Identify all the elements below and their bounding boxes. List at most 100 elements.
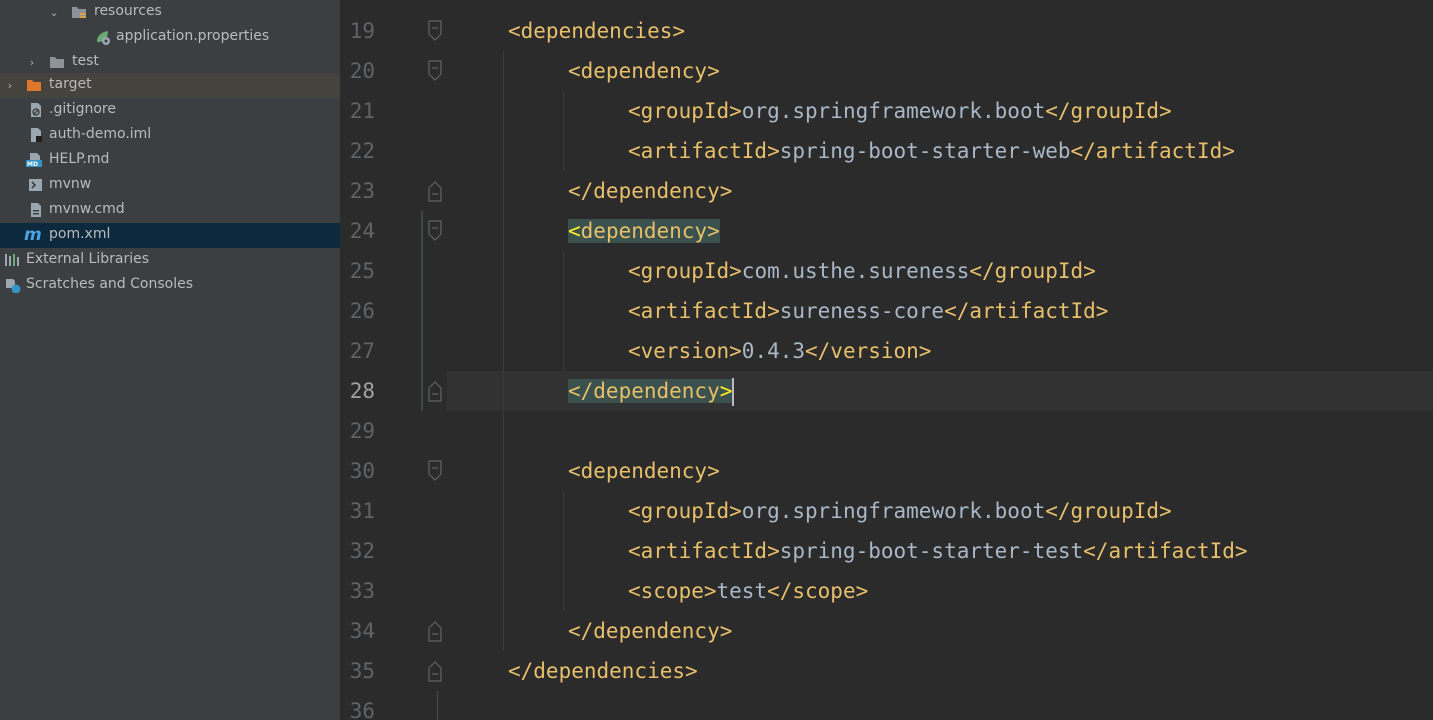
line-number: 31 — [349, 499, 375, 523]
maven-icon: m — [24, 225, 46, 245]
chevron-right-icon[interactable]: › — [26, 50, 38, 75]
line-number: 25 — [349, 259, 375, 283]
code-line: <dependencies> — [508, 11, 685, 51]
xml-tag: <dependency> — [568, 459, 720, 483]
code-line: <artifactId>sureness-core</artifactId> — [628, 291, 1108, 331]
code-line: <dependency> — [568, 51, 720, 91]
code-line: </dependency> — [568, 611, 732, 651]
xml-tag: <version> — [628, 339, 742, 363]
tree-item-label: External Libraries — [26, 251, 149, 267]
line-number: 22 — [349, 139, 375, 163]
line-number: 32 — [349, 539, 375, 563]
code-line-partial — [508, 0, 568, 2]
xml-tag: <groupId> — [628, 99, 742, 123]
xml-tag: </dependency> — [568, 619, 733, 643]
tree-item-label: .gitignore — [49, 101, 116, 117]
tree-item-mvnw-cmd[interactable]: mvnw.cmd — [0, 198, 340, 223]
project-tool-window: ⌄ resources application.properties › tes… — [0, 0, 340, 720]
folder-excluded-icon — [26, 77, 42, 93]
xml-text-value: test — [716, 579, 768, 603]
fold-open-icon[interactable] — [428, 20, 442, 42]
tree-item-label: application.properties — [116, 28, 270, 44]
tree-item-help-md[interactable]: MD HELP.md — [0, 148, 340, 173]
svg-text:m: m — [24, 225, 42, 245]
fold-close-icon[interactable] — [428, 180, 442, 202]
code-line: <dependency> — [568, 451, 720, 491]
line-number: 27 — [349, 339, 375, 363]
code-line: </dependency> — [568, 171, 732, 211]
tree-item-test[interactable]: › test — [0, 50, 340, 75]
gitignore-file-icon — [28, 102, 44, 118]
fold-close-icon[interactable] — [428, 380, 442, 402]
indent-guide — [563, 251, 564, 371]
fold-close-icon[interactable] — [428, 620, 442, 642]
xml-tag: <dependency> — [568, 59, 720, 83]
tree-item-label: target — [49, 76, 92, 92]
matched-bracket: < — [568, 219, 581, 243]
line-number: 35 — [349, 659, 375, 683]
tree-item-application-properties[interactable]: application.properties — [0, 25, 340, 50]
folder-resources-icon — [71, 4, 87, 20]
folder-icon — [49, 54, 65, 70]
tree-item-external-libraries[interactable]: External Libraries — [0, 248, 340, 273]
code-line-current: </dependency> — [568, 371, 735, 411]
fold-open-icon[interactable] — [428, 220, 442, 242]
scratches-icon — [4, 277, 21, 294]
tree-item-mvnw[interactable]: mvnw — [0, 173, 340, 198]
tree-item-label: auth-demo.iml — [49, 126, 152, 142]
line-number: 23 — [349, 179, 375, 203]
line-number: 29 — [349, 419, 375, 443]
line-number: 20 — [349, 59, 375, 83]
xml-tag: <groupId> — [628, 259, 742, 283]
code-editor[interactable]: 19 20 21 22 23 24 25 26 27 28 29 30 31 3… — [341, 0, 1433, 720]
tree-item-resources[interactable]: ⌄ resources — [0, 0, 340, 25]
fold-open-icon[interactable] — [428, 60, 442, 82]
line-number: 24 — [349, 219, 375, 243]
code-line: <artifactId>spring-boot-starter-test</ar… — [628, 531, 1248, 571]
xml-text-value: spring-boot-starter-web — [779, 139, 1071, 163]
tree-item-gitignore[interactable]: .gitignore — [0, 98, 340, 123]
xml-tag: </dependency> — [568, 179, 733, 203]
tree-item-auth-demo-iml[interactable]: auth-demo.iml — [0, 123, 340, 148]
xml-tag: </dependencies> — [508, 659, 698, 683]
line-number: 33 — [349, 579, 375, 603]
tree-item-label: resources — [94, 3, 162, 19]
tree-item-pom-xml[interactable]: m pom.xml — [0, 223, 340, 248]
tree-item-target[interactable]: › target — [0, 73, 340, 98]
xml-tag: </artifactId> — [944, 299, 1109, 323]
tree-item-scratches[interactable]: Scratches and Consoles — [0, 273, 340, 298]
markdown-file-icon: MD — [26, 152, 42, 168]
tree-item-label: test — [72, 53, 99, 69]
vcs-change-marker[interactable] — [421, 211, 423, 411]
code-line: <dependency> — [568, 211, 720, 251]
xml-tag: </version> — [805, 339, 932, 363]
matched-tag-highlight: </dependency> — [568, 379, 733, 403]
indent-guide — [503, 51, 504, 651]
fold-open-icon[interactable] — [428, 460, 442, 482]
text-caret — [732, 378, 735, 406]
indent-guide — [437, 691, 438, 720]
xml-text-value: com.usthe.sureness — [741, 259, 970, 283]
xml-tag: </dependency — [568, 379, 720, 403]
shell-script-icon — [28, 177, 44, 193]
code-line: <groupId>com.usthe.sureness</groupId> — [628, 251, 1096, 291]
chevron-down-icon[interactable]: ⌄ — [48, 0, 60, 25]
spring-properties-icon — [94, 29, 110, 45]
xml-tag: </artifactId> — [1070, 139, 1235, 163]
chevron-right-icon[interactable]: › — [4, 73, 16, 98]
xml-tag: </groupId> — [969, 259, 1096, 283]
code-line: <groupId>org.springframework.boot</group… — [628, 91, 1172, 131]
xml-tag: <groupId> — [628, 499, 742, 523]
line-number: 30 — [349, 459, 375, 483]
xml-text-value: spring-boot-starter-test — [779, 539, 1084, 563]
indent-guide — [563, 491, 564, 611]
xml-text-value: 0.4.3 — [741, 339, 806, 363]
indent-guide — [563, 91, 564, 171]
iml-file-icon — [28, 127, 44, 143]
tree-item-label: HELP.md — [49, 151, 110, 167]
matched-bracket: > — [719, 379, 733, 403]
line-number-current: 28 — [349, 379, 375, 403]
fold-close-icon[interactable] — [428, 660, 442, 682]
line-number: 26 — [349, 299, 375, 323]
xml-tag: <artifactId> — [628, 539, 780, 563]
